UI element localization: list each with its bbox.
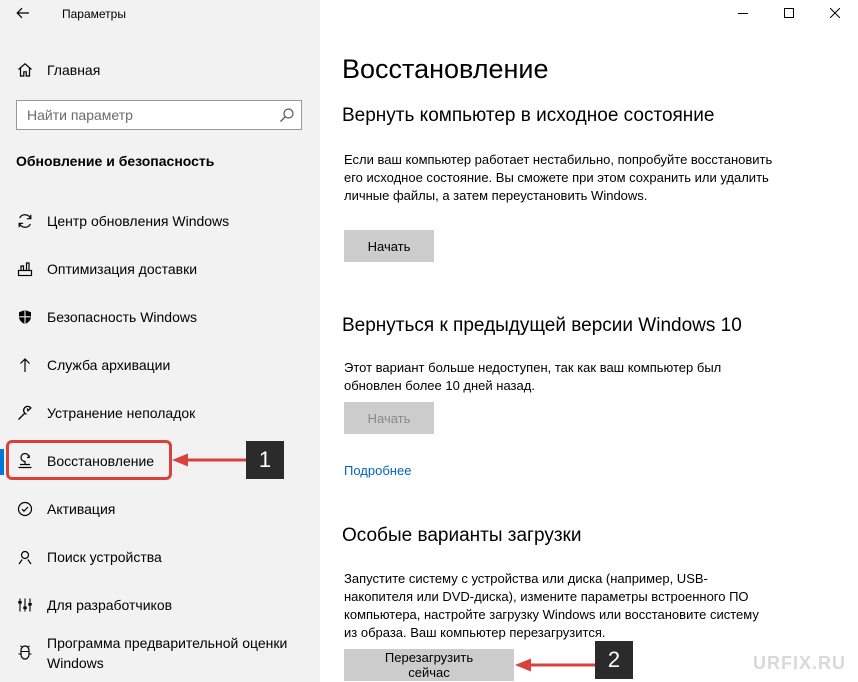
sidebar: Параметры Главная Обновление и безопасно… — [0, 0, 320, 682]
developer-icon — [16, 596, 34, 614]
rollback-start-button[interactable]: Начать — [344, 402, 434, 434]
reset-description: Если ваш компьютер работает нестабильно,… — [344, 152, 773, 203]
more-info-link[interactable]: Подробнее — [344, 463, 411, 478]
annotation-badge-2: 2 — [595, 641, 633, 679]
watermark: URFIX.RU — [753, 653, 846, 673]
close-icon — [830, 8, 840, 18]
home-icon — [16, 61, 34, 79]
annotation-badge-1: 1 — [246, 441, 284, 479]
sync-icon — [16, 212, 34, 230]
activation-icon — [16, 500, 34, 518]
section-title: Обновление и безопасность — [16, 153, 215, 169]
sidebar-item-insider[interactable]: Программа предварительной оценки Windows — [0, 629, 320, 677]
sidebar-item-developers[interactable]: Для разработчиков — [0, 585, 320, 625]
sidebar-item-backup[interactable]: Служба архивации — [0, 345, 320, 385]
app-title: Параметры — [62, 7, 126, 21]
search-box[interactable] — [16, 100, 302, 130]
sidebar-item-label: Центр обновления Windows — [47, 213, 230, 229]
maximize-button[interactable] — [766, 0, 812, 26]
back-arrow-icon — [16, 7, 29, 19]
rollback-heading: Вернуться к предыдущей версии Windows 10 — [342, 315, 742, 336]
sidebar-item-troubleshoot[interactable]: Устранение неполадок — [0, 393, 320, 433]
sidebar-item-label: Служба архивации — [47, 357, 171, 373]
advanced-startup-description: Запустите систему с устройства или диска… — [344, 571, 759, 640]
sidebar-item-windows-update[interactable]: Центр обновления Windows — [0, 201, 320, 241]
reset-heading: Вернуть компьютер в исходное состояние — [342, 105, 715, 126]
sidebar-item-windows-security[interactable]: Безопасность Windows — [0, 297, 320, 337]
search-input[interactable] — [17, 101, 297, 129]
sidebar-home[interactable]: Главная — [0, 58, 320, 82]
search-icon[interactable] — [279, 107, 295, 123]
minimize-icon — [738, 13, 748, 14]
shield-icon — [16, 308, 34, 326]
window-controls — [720, 0, 858, 26]
sidebar-item-label: Для разработчиков — [47, 597, 173, 613]
main-content: Восстановление Вернуть компьютер в исход… — [320, 0, 858, 682]
find-device-icon — [16, 548, 34, 566]
annotation-arrow-2 — [515, 658, 597, 672]
minimize-button[interactable] — [720, 0, 766, 26]
reset-start-button[interactable]: Начать — [344, 230, 434, 262]
sidebar-item-label: Устранение неполадок — [47, 405, 196, 421]
page-title: Восстановление — [342, 54, 549, 84]
maximize-icon — [784, 8, 794, 18]
recovery-icon — [16, 452, 34, 470]
sidebar-item-label: Оптимизация доставки — [47, 261, 198, 277]
advanced-startup-heading: Особые варианты загрузки — [342, 525, 582, 546]
sidebar-item-find-device[interactable]: Поиск устройства — [0, 537, 320, 577]
sidebar-item-label: Поиск устройства — [47, 549, 162, 565]
sidebar-item-label: Активация — [47, 501, 116, 517]
sidebar-item-label: Восстановление — [47, 453, 155, 469]
restart-now-button[interactable]: Перезагрузить сейчас — [344, 649, 514, 681]
close-button[interactable] — [812, 0, 858, 26]
sidebar-item-delivery-optimization[interactable]: Оптимизация доставки — [0, 249, 320, 289]
sidebar-item-label: Безопасность Windows — [47, 309, 197, 325]
sidebar-item-label: Программа предварительной оценки Windows — [47, 635, 288, 671]
sidebar-item-activation[interactable]: Активация — [0, 489, 320, 529]
sidebar-home-label: Главная — [47, 62, 101, 78]
wrench-icon — [16, 404, 34, 422]
insider-icon — [16, 644, 34, 662]
delivery-icon — [16, 260, 34, 278]
rollback-description: Этот вариант больше недоступен, так как … — [344, 360, 722, 393]
backup-icon — [16, 356, 34, 374]
back-button[interactable] — [10, 2, 36, 24]
